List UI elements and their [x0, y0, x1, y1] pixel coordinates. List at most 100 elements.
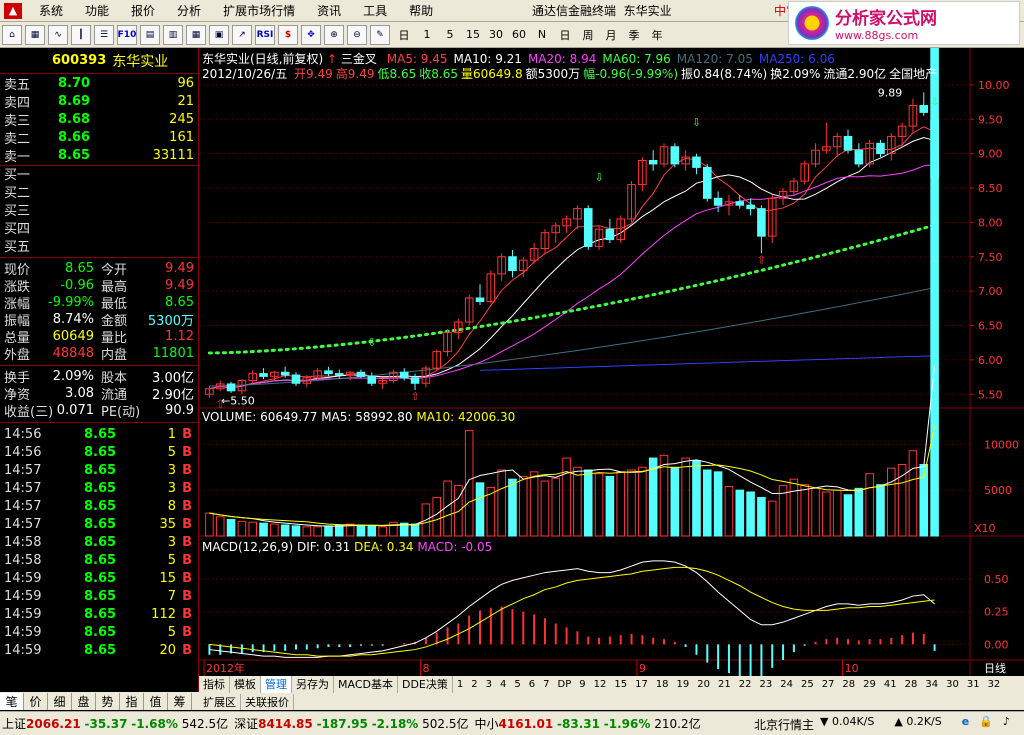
tick-row[interactable]: 14:56 8.65 1 B — [0, 425, 198, 443]
candle-body[interactable] — [583, 208, 593, 247]
order-book-row[interactable]: 卖二 8.66 161 — [0, 128, 198, 147]
indicator-number-tab[interactable]: 5 — [510, 676, 524, 693]
indicator-number-tab[interactable]: 2 — [467, 676, 481, 693]
period-day[interactable]: 日 — [554, 25, 576, 45]
candle-body[interactable] — [843, 135, 853, 151]
candle-body[interactable] — [670, 146, 680, 165]
period-year[interactable]: 年 — [646, 25, 668, 45]
news-ticker[interactable]: 北京行情主 — [754, 716, 818, 733]
indicator-number-tab[interactable]: 21 — [714, 676, 735, 693]
ie-icon[interactable]: e — [962, 715, 969, 728]
candle-body[interactable] — [280, 371, 290, 376]
indicator-number-tab[interactable]: 15 — [610, 676, 631, 693]
candle-body[interactable] — [291, 374, 301, 384]
order-book-row[interactable]: 买一 — [0, 164, 198, 183]
left-tab[interactable]: 指 — [120, 692, 144, 710]
kline-chart-svg[interactable]: 10.009.509.008.508.007.507.006.506.005.5… — [200, 0, 1024, 681]
trend-icon[interactable]: ↗ — [232, 24, 252, 45]
line-chart-icon[interactable]: ∿ — [48, 24, 68, 45]
candle-body[interactable] — [605, 228, 615, 241]
indicator-number-tab[interactable]: 7 — [539, 676, 553, 693]
tick-row[interactable]: 14:59 8.65 5 B — [0, 623, 198, 641]
menu-tools[interactable]: 工具 — [352, 0, 398, 22]
candle-body[interactable] — [508, 256, 517, 271]
ext-tab-area[interactable]: 扩展区 — [199, 693, 241, 710]
period-5min[interactable]: 5 — [439, 25, 461, 45]
indicator-number-tab[interactable]: 31 — [963, 676, 984, 693]
sh-index[interactable]: 上证2066.21 -35.37 -1.68% 542.5亿 — [2, 715, 228, 732]
candle-body[interactable] — [475, 297, 485, 302]
indicator-number-tab[interactable]: 12 — [590, 676, 611, 693]
period-15min[interactable]: 15 — [462, 25, 484, 45]
menu-system[interactable]: 系统 — [28, 0, 74, 22]
candle-body[interactable] — [692, 156, 701, 168]
indicator-number-tab[interactable]: 24 — [776, 676, 797, 693]
candle-body[interactable] — [259, 373, 268, 377]
tick-list[interactable]: 14:56 8.65 1 B 14:56 8.65 5 B 14:57 8.65 3 B 14:57 8.… — [0, 425, 198, 659]
calendar-icon[interactable]: ▣ — [209, 24, 229, 45]
indicator-number-tab[interactable]: 19 — [673, 676, 694, 693]
move-icon[interactable]: ✥ — [301, 24, 321, 45]
indicator-tab[interactable]: 模板 — [230, 676, 261, 693]
home-icon[interactable]: ⌂ — [2, 24, 22, 45]
tick-row[interactable]: 14:59 8.65 112 B — [0, 605, 198, 623]
tick-row[interactable]: 14:57 8.65 35 B — [0, 515, 198, 533]
indicator-number-tab[interactable]: 4 — [496, 676, 510, 693]
period-quarter[interactable]: 季 — [623, 25, 645, 45]
menu-function[interactable]: 功能 — [74, 0, 120, 22]
indicator-number-tab[interactable]: 22 — [735, 676, 756, 693]
indicator-number-tab[interactable]: 27 — [818, 676, 839, 693]
zoom-in-icon[interactable]: ⊕ — [324, 24, 344, 45]
document-icon[interactable]: ▤ — [140, 24, 160, 45]
indicator-number-tab[interactable]: 18 — [652, 676, 673, 693]
period-daily[interactable]: 日 — [393, 25, 415, 45]
left-tab[interactable]: 价 — [24, 692, 48, 710]
indicator-number-tab[interactable]: 34 — [921, 676, 942, 693]
indicator-tab[interactable]: 另存为 — [292, 676, 334, 693]
order-book-row[interactable]: 买五 — [0, 236, 198, 255]
menu-extended-market[interactable]: 扩展市场行情 — [212, 0, 306, 22]
ext-tab-related[interactable]: 关联报价 — [241, 693, 294, 710]
indicator-number-tab[interactable]: 20 — [693, 676, 714, 693]
tick-row[interactable]: 14:57 8.65 8 B — [0, 497, 198, 515]
indicator-number-tab[interactable]: 23 — [755, 676, 776, 693]
period-60min[interactable]: 60 — [508, 25, 530, 45]
candle-body[interactable] — [757, 208, 766, 237]
candle-body[interactable] — [356, 371, 366, 377]
indicator-number-tab[interactable]: 28 — [838, 676, 859, 693]
indicator-number-tab[interactable]: 17 — [631, 676, 652, 693]
kline-icon[interactable]: ┃ — [71, 24, 91, 45]
left-tab[interactable]: 筹 — [168, 692, 192, 710]
left-tab[interactable]: 笔 — [0, 692, 24, 710]
indicator-tab[interactable]: MACD基本 — [334, 676, 398, 693]
tick-row[interactable]: 14:57 8.65 3 B — [0, 479, 198, 497]
indicator-number-tab[interactable]: 3 — [482, 676, 496, 693]
indicator-number-tab[interactable]: 6 — [525, 676, 539, 693]
period-month[interactable]: 月 — [600, 25, 622, 45]
order-book-row[interactable]: 卖三 8.68 245 — [0, 110, 198, 129]
candle-body[interactable] — [854, 149, 864, 165]
indicator-tab[interactable]: DDE决策 — [398, 676, 453, 693]
grid-icon[interactable]: ▦ — [25, 24, 45, 45]
order-book-row[interactable]: 卖一 8.65 33111 — [0, 146, 198, 166]
tick-row[interactable]: 14:58 8.65 5 B — [0, 551, 198, 569]
tick-row[interactable]: 14:56 8.65 5 B — [0, 443, 198, 461]
order-book-row[interactable]: 卖四 8.69 21 — [0, 92, 198, 111]
indicator-number-tab[interactable]: 30 — [942, 676, 963, 693]
menu-quote[interactable]: 报价 — [120, 0, 166, 22]
candle-body[interactable] — [713, 197, 723, 206]
candle-body[interactable] — [399, 371, 409, 379]
order-book-row[interactable]: 买三 — [0, 200, 198, 219]
tick-row[interactable]: 14:59 8.65 7 B — [0, 587, 198, 605]
bar-icon[interactable]: ▥ — [163, 24, 183, 45]
zx-index[interactable]: 中小4161.01 -83.31 -1.96% 210.2亿 — [475, 715, 701, 732]
list-icon[interactable]: ☰ — [94, 24, 114, 45]
candle-body[interactable] — [746, 204, 755, 210]
left-tab[interactable]: 势 — [96, 692, 120, 710]
period-n[interactable]: N — [531, 25, 553, 45]
indicator-tab[interactable]: 指标 — [199, 676, 230, 693]
period-week[interactable]: 周 — [577, 25, 599, 45]
indicator-number-tab[interactable]: 28 — [901, 676, 922, 693]
period-30min[interactable]: 30 — [485, 25, 507, 45]
candle-body[interactable] — [876, 142, 885, 155]
